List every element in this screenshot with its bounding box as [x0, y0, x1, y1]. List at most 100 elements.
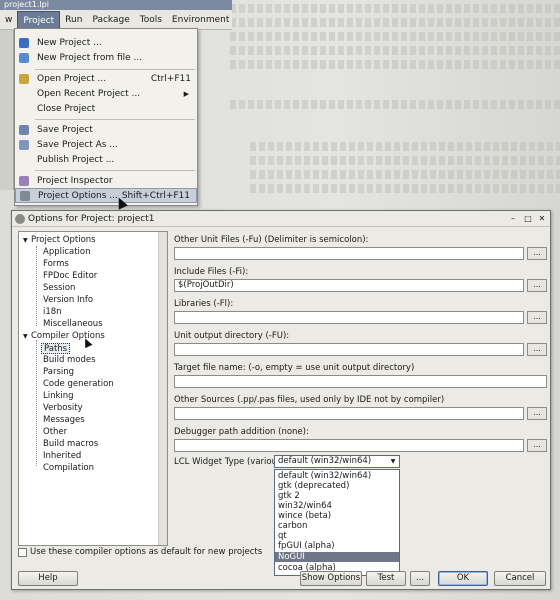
- other-sources-label: Other Sources (.pp/.pas files, used only…: [174, 395, 445, 405]
- ide-menubar: w Project Run Package Tools Environment: [0, 10, 232, 30]
- menu-item-project-options[interactable]: Project Options ... Shift+Ctrl+F11: [15, 188, 197, 203]
- menu-item-close-project[interactable]: Close Project: [15, 101, 197, 116]
- submenu-arrow-icon: ▶: [183, 89, 189, 98]
- debugger-path-label: Debugger path addition (none):: [174, 427, 309, 437]
- tree-item-inherited[interactable]: Inherited: [43, 451, 81, 462]
- debugger-path-input[interactable]: [174, 439, 524, 452]
- libraries-input[interactable]: [174, 311, 524, 324]
- tree-item-build-modes[interactable]: Build modes: [43, 355, 96, 366]
- tree-item-other[interactable]: Other: [43, 427, 67, 438]
- tree-item-miscellaneous[interactable]: Miscellaneous: [43, 319, 103, 330]
- tree-node-compiler-options[interactable]: ▼ Compiler Options: [23, 331, 105, 342]
- help-button[interactable]: Help: [18, 571, 78, 586]
- other-unit-files-input[interactable]: [174, 247, 524, 260]
- tree-item-messages[interactable]: Messages: [43, 415, 85, 426]
- menu-item-open-project[interactable]: Open Project ... Ctrl+F11: [15, 71, 197, 86]
- tree-item-application[interactable]: Application: [43, 247, 91, 258]
- menu-item-label: New Project ...: [37, 37, 102, 48]
- tree-item-i18n[interactable]: i18n: [43, 307, 62, 318]
- ide-title-bar: project1.lpi: [0, 0, 232, 10]
- dialog-gear-icon: [15, 214, 25, 224]
- menu-environment[interactable]: Environment: [167, 11, 234, 29]
- unit-output-directory-input[interactable]: [174, 343, 524, 356]
- close-icon[interactable]: ✕: [536, 214, 548, 224]
- book-text-line: [230, 32, 560, 41]
- default-options-checkbox[interactable]: [18, 548, 27, 557]
- menu-item-new-project-from-file[interactable]: New Project from file ...: [15, 50, 197, 65]
- menu-tools[interactable]: Tools: [135, 11, 167, 29]
- menu-item-label: Project Options ...: [38, 190, 118, 201]
- menu-item-save-project[interactable]: Save Project: [15, 122, 197, 137]
- include-files-input[interactable]: $(ProjOutDir): [174, 279, 524, 292]
- tree-line: [36, 246, 37, 326]
- lcl-option-fpgui[interactable]: fpGUI (alpha): [275, 541, 399, 551]
- other-sources-browse-button[interactable]: ...: [527, 407, 547, 420]
- libraries-browse-button[interactable]: ...: [527, 311, 547, 324]
- menu-item-save-project-as[interactable]: Save Project As ...: [15, 137, 197, 152]
- tree-item-fpdoc-editor[interactable]: FPDoc Editor: [43, 271, 97, 282]
- lcl-option-nogui[interactable]: NoGUI: [275, 552, 399, 562]
- menu-package[interactable]: Package: [87, 11, 134, 29]
- menu-item-open-recent-project[interactable]: Open Recent Project ... ▶: [15, 86, 197, 101]
- tree-item-build-macros[interactable]: Build macros: [43, 439, 98, 450]
- menu-item-new-project[interactable]: New Project ...: [15, 35, 197, 50]
- debugger-path-browse-button[interactable]: ...: [527, 439, 547, 452]
- cancel-button[interactable]: Cancel: [494, 571, 546, 586]
- menu-item-project-inspector[interactable]: Project Inspector: [15, 173, 197, 188]
- menu-window[interactable]: w: [0, 11, 17, 29]
- tree-item-paths[interactable]: Paths: [41, 343, 71, 354]
- other-unit-files-label: Other Unit Files (-Fu) (Delimiter is sem…: [174, 235, 369, 245]
- tree-item-code-generation[interactable]: Code generation: [43, 379, 114, 390]
- tree-item-forms[interactable]: Forms: [43, 259, 69, 270]
- lcl-widget-type-value: default (win32/win64): [278, 456, 372, 466]
- menu-separator: [35, 69, 195, 70]
- unit-output-browse-button[interactable]: ...: [527, 343, 547, 356]
- open-folder-icon: [19, 73, 29, 84]
- tree-scrollbar[interactable]: [158, 232, 167, 545]
- lcl-option-carbon[interactable]: carbon: [275, 521, 399, 531]
- target-file-name-input[interactable]: [174, 375, 547, 388]
- other-unit-files-browse-button[interactable]: ...: [527, 247, 547, 260]
- book-text-line: [250, 170, 560, 179]
- test-button[interactable]: Test: [366, 571, 406, 586]
- lcl-option-gtk[interactable]: gtk (deprecated): [275, 481, 399, 491]
- tree-item-version-info[interactable]: Version Info: [43, 295, 93, 306]
- tree-item-linking[interactable]: Linking: [43, 391, 74, 402]
- tree-item-session[interactable]: Session: [43, 283, 75, 294]
- new-project-icon: [19, 37, 29, 48]
- lcl-widget-type-select[interactable]: default (win32/win64) ▼: [274, 455, 400, 468]
- project-options-icon: [20, 190, 30, 201]
- save-as-icon: [19, 139, 29, 150]
- tree-node-project-options[interactable]: ▼ Project Options: [23, 235, 96, 246]
- tree-item-verbosity[interactable]: Verbosity: [43, 403, 83, 414]
- inspector-icon: [19, 175, 29, 186]
- more-button[interactable]: ...: [410, 571, 430, 586]
- lcl-widget-type-label: LCL Widget Type (various): [174, 457, 285, 467]
- maximize-icon[interactable]: □: [522, 214, 534, 224]
- other-sources-input[interactable]: [174, 407, 524, 420]
- menu-item-publish-project[interactable]: Publish Project ...: [15, 152, 197, 167]
- lcl-option-win32[interactable]: win32/win64: [275, 501, 399, 511]
- lcl-option-default[interactable]: default (win32/win64): [275, 471, 399, 481]
- menu-item-shortcut: Ctrl+F11: [150, 73, 191, 84]
- book-text-line: [250, 156, 560, 165]
- show-options-button[interactable]: Show Options: [300, 571, 362, 586]
- ok-button[interactable]: OK: [438, 571, 488, 586]
- menu-project[interactable]: Project: [17, 10, 61, 29]
- save-icon: [19, 124, 29, 135]
- menu-item-label: Open Recent Project ...: [37, 88, 141, 99]
- book-text-line: [230, 100, 560, 109]
- chevron-down-icon: ▼: [390, 458, 396, 465]
- minimize-icon[interactable]: –: [507, 214, 519, 224]
- include-files-browse-button[interactable]: ...: [527, 279, 547, 292]
- lcl-option-wince[interactable]: wince (beta): [275, 511, 399, 521]
- target-file-name-label: Target file name: (-o, empty = use unit …: [174, 363, 415, 373]
- lcl-option-qt[interactable]: qt: [275, 531, 399, 541]
- tree-line: [36, 340, 37, 466]
- menu-run[interactable]: Run: [60, 11, 87, 29]
- ide-side-toolbar: [0, 30, 14, 190]
- tree-item-parsing[interactable]: Parsing: [43, 367, 74, 378]
- lcl-option-gtk2[interactable]: gtk 2: [275, 491, 399, 501]
- menu-item-label: Save Project: [37, 124, 93, 135]
- tree-item-compilation[interactable]: Compilation: [43, 463, 94, 474]
